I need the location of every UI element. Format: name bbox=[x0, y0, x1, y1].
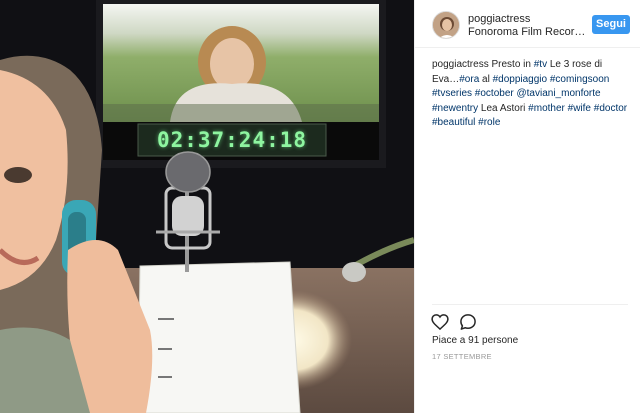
comment-icon[interactable] bbox=[458, 312, 478, 332]
hashtag-link[interactable]: #doppiaggio bbox=[493, 74, 548, 85]
hashtag-link[interactable]: #ora bbox=[459, 74, 479, 85]
hashtag-link[interactable]: #wife bbox=[568, 103, 591, 114]
caption-fragment: al bbox=[479, 73, 493, 85]
timecode-display: 02:37:24:18 bbox=[156, 128, 308, 152]
caption-username[interactable]: poggiactress bbox=[432, 59, 489, 70]
follow-button[interactable]: Segui bbox=[592, 15, 630, 34]
hashtag-link[interactable]: #newentry bbox=[432, 103, 478, 114]
hashtag-link[interactable]: #october bbox=[475, 88, 514, 99]
post-date[interactable]: 17 SETTEMBRE bbox=[432, 352, 492, 361]
caption-fragment: Lea Astori bbox=[478, 102, 529, 114]
caption-fragment: Presto in bbox=[488, 59, 534, 70]
likes-count[interactable]: Piace a 91 persone bbox=[432, 335, 518, 346]
hashtag-link[interactable]: #doctor bbox=[594, 103, 627, 114]
post-sidebar: poggiactress Fonoroma Film Recor… Segui … bbox=[414, 0, 640, 413]
post-header: poggiactress Fonoroma Film Recor… Segui bbox=[415, 0, 640, 48]
avatar[interactable] bbox=[432, 11, 460, 39]
header-username[interactable]: poggiactress bbox=[468, 13, 530, 25]
divider bbox=[432, 304, 628, 305]
post-photo[interactable]: 02:37:24:18 bbox=[0, 0, 414, 413]
photo-scene bbox=[0, 0, 414, 413]
hashtag-link[interactable]: @taviani_monforte bbox=[517, 88, 601, 99]
hashtag-link[interactable]: #mother bbox=[528, 103, 565, 114]
hashtag-link[interactable]: #tvseries bbox=[432, 88, 472, 99]
post-caption: poggiactress Presto in #tv Le 3 rose di … bbox=[432, 58, 632, 131]
header-location[interactable]: Fonoroma Film Recor… bbox=[468, 26, 590, 38]
hashtag-link[interactable]: #tv bbox=[534, 59, 547, 70]
heart-icon[interactable] bbox=[430, 312, 450, 332]
hashtag-link[interactable]: #beautiful bbox=[432, 117, 475, 128]
hashtag-link[interactable]: #role bbox=[478, 117, 500, 128]
avatar-image bbox=[433, 12, 459, 38]
hashtag-link[interactable]: #comingsoon bbox=[550, 74, 609, 85]
